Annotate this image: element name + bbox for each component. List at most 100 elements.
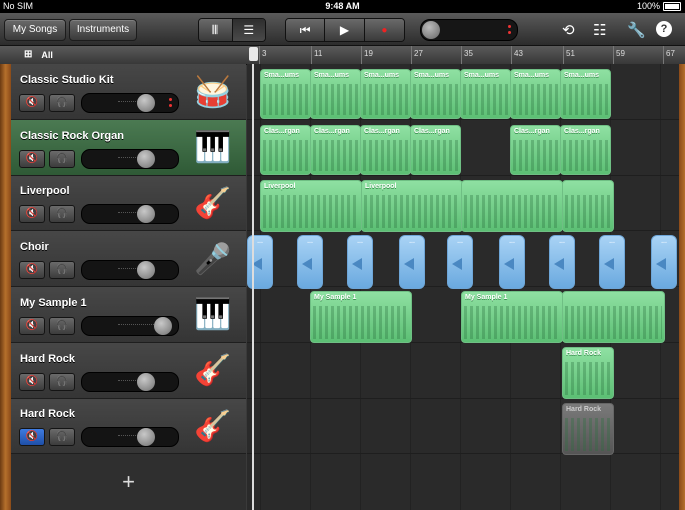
drum-kit-icon[interactable]: 🥁 (191, 72, 235, 112)
solo-button[interactable]: 🎧 (49, 372, 75, 391)
track-volume-slider[interactable] (81, 427, 179, 448)
audio-region[interactable]: ... (247, 235, 273, 289)
track-lane[interactable] (247, 343, 679, 399)
organ-icon[interactable]: 🎹 (191, 128, 235, 168)
track-header[interactable]: Hard Rock 🔇 🎧 🎸 (11, 342, 246, 399)
mute-button[interactable]: 🔇 (19, 205, 45, 224)
solo-button[interactable]: 🎧 (49, 205, 75, 224)
track-header[interactable]: Liverpool 🔇 🎧 🎸 (11, 175, 246, 232)
timeline-ruler[interactable]: ⊞ All 3 11 19 27 35 43 51 59 67 (0, 46, 685, 65)
track-lane[interactable] (247, 398, 679, 455)
instrument-glyph: 🎸 (194, 409, 232, 443)
track-volume-knob[interactable] (137, 149, 155, 168)
audio-region[interactable]: Sma...ums (360, 69, 411, 119)
ruler-tick (663, 46, 664, 64)
keyboard-stand-icon[interactable]: 🎹 (191, 295, 235, 335)
track-volume-slider[interactable] (81, 204, 179, 225)
audio-region[interactable]: Sma...ums (460, 69, 511, 119)
audio-region[interactable]: ... (297, 235, 323, 289)
track-volume-knob[interactable] (154, 316, 172, 335)
audio-region[interactable] (461, 180, 563, 232)
mute-button[interactable]: 🔇 (19, 261, 45, 280)
mute-button[interactable]: 🔇 (19, 316, 45, 335)
audio-region[interactable]: Clas...rgan (310, 125, 361, 175)
track-header[interactable]: Classic Rock Organ 🔇 🎧 🎹 (11, 119, 246, 176)
mute-button[interactable]: 🔇 (19, 428, 45, 447)
audio-region[interactable]: My Sample 1 (310, 291, 412, 343)
region-arrow-icon (554, 258, 564, 270)
audio-region[interactable]: My Sample 1 (461, 291, 563, 343)
master-volume-slider[interactable] (420, 19, 518, 41)
track-volume-slider[interactable] (81, 148, 179, 169)
audio-region[interactable]: ... (347, 235, 373, 289)
record-button[interactable]: ● (364, 19, 404, 41)
playhead-handle[interactable] (249, 47, 258, 61)
track-volume-slider[interactable] (81, 371, 179, 392)
all-tracks-control[interactable]: ⊞ All (24, 49, 53, 60)
audio-region[interactable] (562, 180, 614, 232)
electric-guitar-icon[interactable]: 🎸 (191, 406, 235, 446)
help-icon[interactable]: ? (656, 21, 672, 37)
audio-region[interactable]: Sma...ums (560, 69, 611, 119)
electric-guitar-icon[interactable]: 🎸 (191, 351, 235, 391)
solo-button[interactable]: 🎧 (49, 261, 75, 280)
audio-region[interactable]: Liverpool (260, 180, 362, 232)
keyboard-view-button[interactable]: 𝄃𝄃 (199, 19, 233, 41)
solo-button[interactable]: 🎧 (49, 149, 75, 168)
track-header[interactable]: Hard Rock 🔇 🎧 🎸 (11, 398, 246, 455)
track-volume-knob[interactable] (137, 372, 155, 391)
audio-region[interactable]: ... (549, 235, 575, 289)
speaker-mute-icon: 🔇 (25, 152, 39, 164)
instruments-button[interactable]: Instruments (69, 19, 137, 41)
audio-region[interactable]: ... (399, 235, 425, 289)
track-header[interactable]: Choir 🔇 🎧 🎤 (11, 231, 246, 288)
speaker-mute-icon: 🔇 (25, 375, 39, 387)
play-button[interactable]: ▶ (325, 19, 365, 41)
track-volume-knob[interactable] (137, 428, 155, 447)
add-track-button[interactable]: + (11, 454, 246, 510)
tracks-view-button[interactable]: ☰ (232, 19, 265, 41)
tracks-list-icon: ☰ (243, 23, 255, 37)
mute-button[interactable]: 🔇 (19, 94, 45, 112)
microphone-icon[interactable]: 🎤 (191, 239, 235, 279)
track-volume-slider[interactable] (81, 260, 179, 281)
solo-button[interactable]: 🎧 (49, 428, 75, 447)
my-songs-button[interactable]: My Songs (4, 19, 66, 41)
track-lanes[interactable]: Sma...ums Sma...ums Sma...ums Sma...ums Sma.… (247, 64, 679, 510)
audio-region[interactable]: Clas...rgan (510, 125, 561, 175)
rewind-button[interactable]: ⏮ (286, 19, 326, 41)
wrench-icon[interactable]: 🔧 (627, 21, 646, 39)
track-header[interactable]: Classic Studio Kit 🔇 🎧 🥁 (11, 64, 246, 120)
track-volume-slider[interactable] (81, 93, 179, 113)
track-volume-knob[interactable] (137, 94, 155, 112)
audio-region[interactable] (562, 291, 665, 343)
audio-region[interactable]: Clas...rgan (360, 125, 411, 175)
audio-region[interactable]: ... (651, 235, 677, 289)
mute-button[interactable]: 🔇 (19, 149, 45, 168)
audio-region[interactable]: Clas...rgan (560, 125, 611, 175)
track-volume-knob[interactable] (137, 205, 155, 224)
track-volume-knob[interactable] (137, 261, 155, 280)
audio-region[interactable]: Hard Rock (562, 403, 614, 455)
loop-icon[interactable]: ⟲ (562, 21, 575, 39)
audio-region[interactable]: Sma...ums (310, 69, 361, 119)
audio-region[interactable]: Clas...rgan (410, 125, 461, 175)
bass-guitar-icon[interactable]: 🎸 (191, 183, 235, 223)
audio-region[interactable]: Hard Rock (562, 347, 614, 399)
master-volume-knob[interactable] (422, 21, 440, 39)
audio-region[interactable]: Sma...ums (410, 69, 461, 119)
mute-button[interactable]: 🔇 (19, 372, 45, 391)
track-volume-slider[interactable] (81, 315, 179, 336)
audio-region[interactable]: Sma...ums (260, 69, 311, 119)
mixer-settings-icon[interactable]: ☷ (593, 21, 606, 39)
audio-region[interactable]: Liverpool (361, 180, 463, 232)
track-header[interactable]: My Sample 1 🔇 🎧 🎹 (11, 286, 246, 343)
audio-region[interactable]: ... (499, 235, 525, 289)
audio-region[interactable]: Sma...ums (510, 69, 561, 119)
solo-button[interactable]: 🎧 (49, 94, 75, 112)
solo-button[interactable]: 🎧 (49, 316, 75, 335)
audio-region[interactable]: Clas...rgan (260, 125, 311, 175)
audio-region[interactable]: ... (599, 235, 625, 289)
audio-region[interactable]: ... (447, 235, 473, 289)
region-label: Sma...ums (314, 72, 350, 79)
